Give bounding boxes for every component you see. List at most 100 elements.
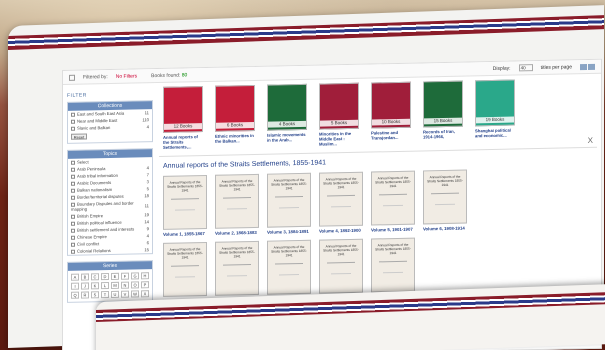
series-letter-button[interactable]: X (141, 290, 149, 298)
display-select[interactable]: 40 (518, 64, 533, 72)
checkbox[interactable] (71, 181, 75, 186)
topic-item[interactable]: Colonial Relations 15 (68, 246, 152, 255)
collection-cover[interactable]: 12 Books (163, 86, 203, 133)
collection-card[interactable]: 5 Books Minorities in the Middle East : M… (319, 82, 359, 147)
collection-title-link[interactable]: Islamic movements in the Arab... (267, 132, 307, 143)
checkbox[interactable] (71, 160, 75, 165)
volume-title-link[interactable]: Volume 4, 1892-1900 (319, 228, 363, 234)
series-letter-button[interactable]: F (121, 272, 129, 280)
series-letter-button[interactable]: V (121, 290, 129, 298)
volume-cover[interactable]: Annual Reports of the Straits Settlement… (371, 170, 415, 226)
checkbox[interactable] (71, 195, 75, 200)
collection-title-link[interactable]: Annual reports of the Straits Settlement… (163, 134, 203, 150)
collection-title-link[interactable]: Records of Iran, 1914-1966, (423, 129, 463, 140)
series-letter-button[interactable]: S (91, 291, 99, 299)
series-letter-button[interactable]: R (81, 291, 89, 299)
volume-title-link[interactable]: Volume 2, 1868-1883 (215, 230, 259, 236)
view-toggle[interactable] (580, 63, 595, 70)
volume-cover[interactable]: Annual Reports of the Straits Settlement… (215, 240, 259, 296)
collection-cover[interactable]: 19 Books (475, 79, 515, 127)
series-letter-button[interactable]: E (111, 272, 119, 280)
series-letter-button[interactable]: W (131, 290, 139, 298)
grid-view-icon[interactable] (580, 63, 587, 70)
volume-card[interactable]: Annual Reports of the Straits Settlement… (163, 241, 207, 304)
volume-title-link[interactable]: Volume 5, 1901-1907 (371, 227, 415, 233)
volume-title-link[interactable]: Volume 3, 1884-1891 (267, 229, 311, 235)
collection-strip: 12 Books Annual reports of the Straits Se… (159, 73, 597, 157)
collection-card[interactable]: 6 Books Ethnic minorities in the Balkan..… (215, 84, 255, 149)
volume-cover[interactable]: Annual Reports of the Straits Settlement… (423, 169, 467, 225)
checkbox[interactable] (71, 228, 75, 233)
checkbox[interactable] (71, 126, 75, 131)
series-letter-button[interactable]: P (141, 281, 149, 289)
collection-title-link[interactable]: Ethnic minorities in the Balkan... (215, 133, 255, 144)
no-filters-link[interactable]: No Filters (116, 73, 137, 79)
volume-cover[interactable]: Annual Reports of the Straits Settlement… (319, 171, 363, 227)
volume-card[interactable]: Annual Reports of the Straits Settlement… (371, 170, 415, 233)
volume-cover[interactable]: Annual Reports of the Straits Settlement… (267, 172, 311, 228)
series-letter-button[interactable]: M (111, 281, 119, 289)
volume-card[interactable]: Annual Reports of the Straits Settlement… (267, 239, 311, 302)
series-letter-button[interactable]: T (101, 291, 109, 299)
collection-cover[interactable]: 15 Books (423, 80, 463, 128)
volume-cover[interactable]: Annual Reports of the Straits Settlement… (267, 239, 311, 295)
series-letter-button[interactable]: J (81, 282, 89, 290)
collection-card[interactable]: 4 Books Islamic movements in the Arab... (267, 83, 307, 148)
collection-card[interactable]: 15 Books Records of Iran, 1914-1966, (423, 80, 463, 145)
series-letter-button[interactable]: G (131, 272, 139, 280)
volume-card[interactable]: Annual Reports of the Straits Settlement… (267, 172, 311, 235)
volume-title-link[interactable]: Volume 6, 1908-1914 (423, 226, 467, 232)
checkbox[interactable] (71, 112, 75, 117)
volume-card[interactable]: Annual Reports of the Straits Settlement… (215, 173, 259, 236)
volume-card[interactable]: Annual Reports of the Straits Settlement… (215, 240, 259, 303)
collection-title-link[interactable]: Shanghai political and economic... (475, 128, 515, 139)
volume-title-link[interactable]: Volume 1, 1855-1867 (163, 231, 207, 237)
list-view-icon[interactable] (588, 63, 595, 70)
collection-title-link[interactable]: Palestine and Transjordan... (371, 130, 411, 141)
collection-card[interactable]: 19 Books Shanghai political and economic.… (475, 79, 515, 144)
volume-card[interactable]: Annual Reports of the Straits Settlement… (319, 171, 363, 234)
series-letter-button[interactable]: I (71, 282, 79, 290)
collection-cover[interactable]: 4 Books (267, 83, 307, 131)
series-letter-button[interactable]: O (131, 281, 139, 289)
series-letter-button[interactable]: N (121, 281, 129, 289)
collection-item[interactable]: Slavic and Balkan 4 (68, 123, 152, 132)
series-letter-button[interactable]: H (141, 272, 149, 280)
volume-cover[interactable]: Annual Reports of the Straits Settlement… (163, 174, 207, 230)
volume-cover[interactable]: Annual Reports of the Straits Settlement… (163, 241, 207, 297)
volume-cover[interactable]: Annual Reports of the Straits Settlement… (215, 173, 259, 229)
reset-button[interactable]: Reset (71, 133, 87, 140)
topic-item-text: Civil conflict (77, 241, 100, 247)
collection-cover[interactable]: 10 Books (371, 81, 411, 129)
series-letter-button[interactable]: A (71, 273, 79, 281)
collection-title-link[interactable]: Minorities in the Middle East : Muslim..… (319, 131, 359, 147)
series-letter-button[interactable]: C (91, 273, 99, 281)
series-letter-button[interactable]: U (111, 290, 119, 298)
collection-cover[interactable]: 6 Books (215, 84, 255, 132)
series-letter-button[interactable]: L (101, 282, 109, 290)
checkbox[interactable] (71, 167, 75, 172)
collection-card[interactable]: 12 Books Annual reports of the Straits Se… (163, 86, 203, 150)
checkbox[interactable] (71, 214, 75, 219)
checkbox[interactable] (71, 119, 75, 124)
volume-card[interactable]: Annual Reports of the Straits Settlement… (319, 238, 363, 301)
series-letter-button[interactable]: B (81, 273, 89, 281)
checkbox[interactable] (71, 249, 75, 254)
checkbox[interactable] (71, 242, 75, 247)
series-letter-button[interactable]: K (91, 282, 99, 290)
close-icon[interactable]: X (588, 136, 593, 145)
collection-cover[interactable]: 5 Books (319, 82, 359, 130)
topics-panel: Topics Select Arab Peninsula 4 Arab tribal… (67, 148, 153, 256)
cover-rule (279, 207, 299, 209)
series-letter-button[interactable]: Q (71, 291, 79, 299)
checkbox[interactable] (71, 188, 75, 193)
checkbox[interactable] (71, 174, 75, 179)
volume-card[interactable]: Annual Reports of the Straits Settlement… (423, 169, 467, 232)
checkbox[interactable] (71, 235, 75, 240)
series-letter-button[interactable]: D (101, 273, 109, 281)
checkbox[interactable] (71, 221, 75, 226)
volume-cover[interactable]: Annual Reports of the Straits Settlement… (371, 237, 415, 293)
collection-card[interactable]: 10 Books Palestine and Transjordan... (371, 81, 411, 146)
volume-card[interactable]: Annual Reports of the Straits Settlement… (163, 174, 207, 237)
volume-cover[interactable]: Annual Reports of the Straits Settlement… (319, 238, 363, 294)
